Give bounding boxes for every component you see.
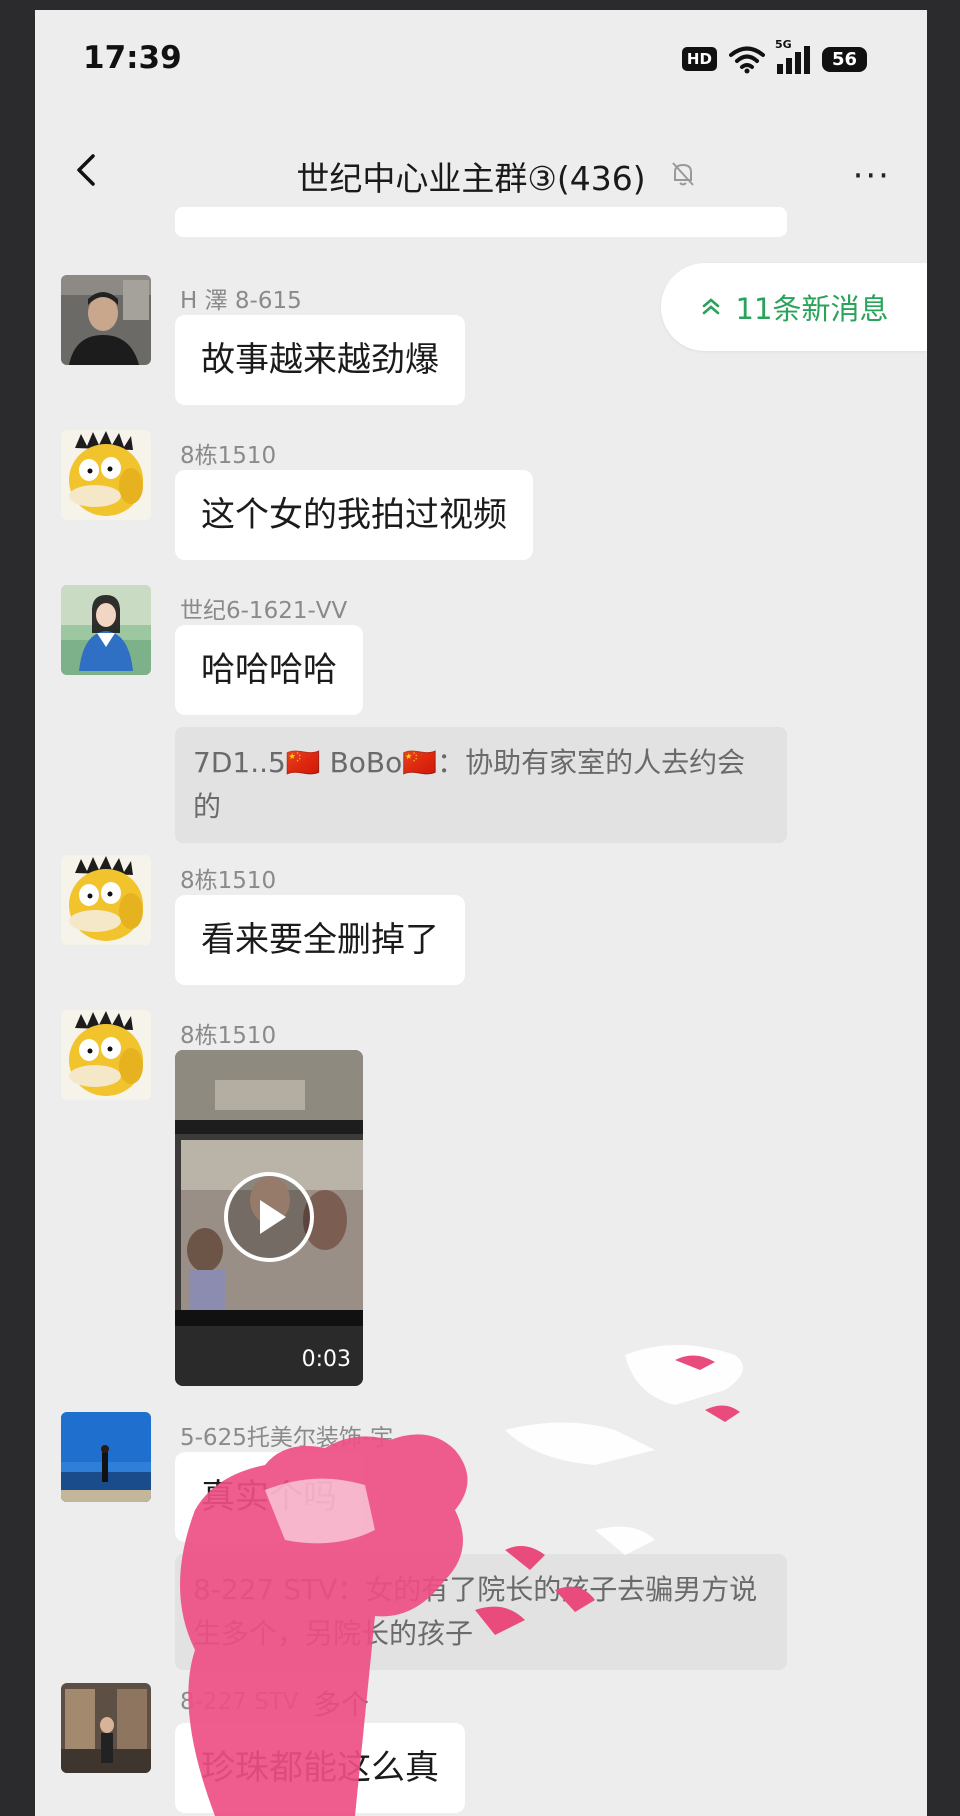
play-icon[interactable] xyxy=(224,1172,314,1262)
chat-screen: 17:39 HD 5G 56 世纪中心业主群③(436) ··· H 澤 8-6… xyxy=(35,10,927,1816)
new-messages-button[interactable]: 11条新消息 xyxy=(661,263,927,351)
partial-message-bubble xyxy=(175,207,787,237)
message-bubble[interactable]: 哈哈哈哈 xyxy=(175,625,363,715)
scribble-overlay-text: 多个 xyxy=(313,1688,370,1721)
wifi-icon xyxy=(728,46,765,74)
new-messages-label: 11条新消息 xyxy=(735,292,889,326)
sender-name: 世纪6-1621-VV xyxy=(180,598,348,624)
network-label: 5G xyxy=(774,38,792,51)
quoted-message[interactable]: 7D1..5🇨🇳 BoBo🇨🇳：协助有家室的人去约会的 xyxy=(175,727,787,843)
message-bubble[interactable]: 珍珠都能这么真 xyxy=(175,1723,465,1813)
video-message[interactable]: 0:03 xyxy=(175,1050,363,1386)
avatar[interactable] xyxy=(61,1683,151,1773)
sender-name: 5-625托美尔装饰-宇 xyxy=(180,1425,394,1451)
message-bubble[interactable]: 看来要全删掉了 xyxy=(175,895,465,985)
avatar[interactable] xyxy=(61,585,151,675)
message-list[interactable]: H 澤 8-615 故事越来越劲爆 11条新消息 8栋1510 这个女的我拍过视… xyxy=(35,207,927,1816)
message-bubble[interactable]: 故事越来越劲爆 xyxy=(175,315,465,405)
status-time: 17:39 xyxy=(83,40,182,76)
sender-name: 8栋1510 xyxy=(180,1023,277,1049)
message-bubble[interactable]: 这个女的我拍过视频 xyxy=(175,470,533,560)
double-chevron-up-icon xyxy=(702,298,719,315)
avatar[interactable] xyxy=(61,1412,151,1502)
sender-name: H 澤 8-615 xyxy=(180,288,302,314)
avatar[interactable] xyxy=(61,430,151,520)
hd-badge: HD xyxy=(681,47,717,71)
avatar[interactable] xyxy=(61,855,151,945)
mute-bell-icon xyxy=(672,162,694,186)
battery-icon: 56 xyxy=(821,46,867,72)
signal-icon: 5G xyxy=(775,38,810,74)
quoted-message[interactable]: 8-227 STV：女的有了院长的孩子去骗男方说生多个，另院长的孩子 xyxy=(175,1554,787,1670)
status-bar: 17:39 HD 5G 56 xyxy=(35,10,927,120)
avatar[interactable] xyxy=(61,1010,151,1100)
sender-name: 8栋1510 xyxy=(180,868,277,894)
status-icons: HD 5G 56 xyxy=(681,38,867,74)
nav-bar: 世纪中心业主群③(436) ··· xyxy=(35,120,927,220)
sender-name: 8-227 STV xyxy=(180,1689,299,1715)
sender-name: 8栋1510 xyxy=(180,443,277,469)
chat-title: 世纪中心业主群③(436) xyxy=(296,159,646,198)
message-bubble[interactable]: 真实个吗 xyxy=(175,1452,363,1542)
video-duration: 0:03 xyxy=(301,1347,351,1372)
more-button[interactable]: ··· xyxy=(853,156,891,196)
avatar[interactable] xyxy=(61,275,151,365)
